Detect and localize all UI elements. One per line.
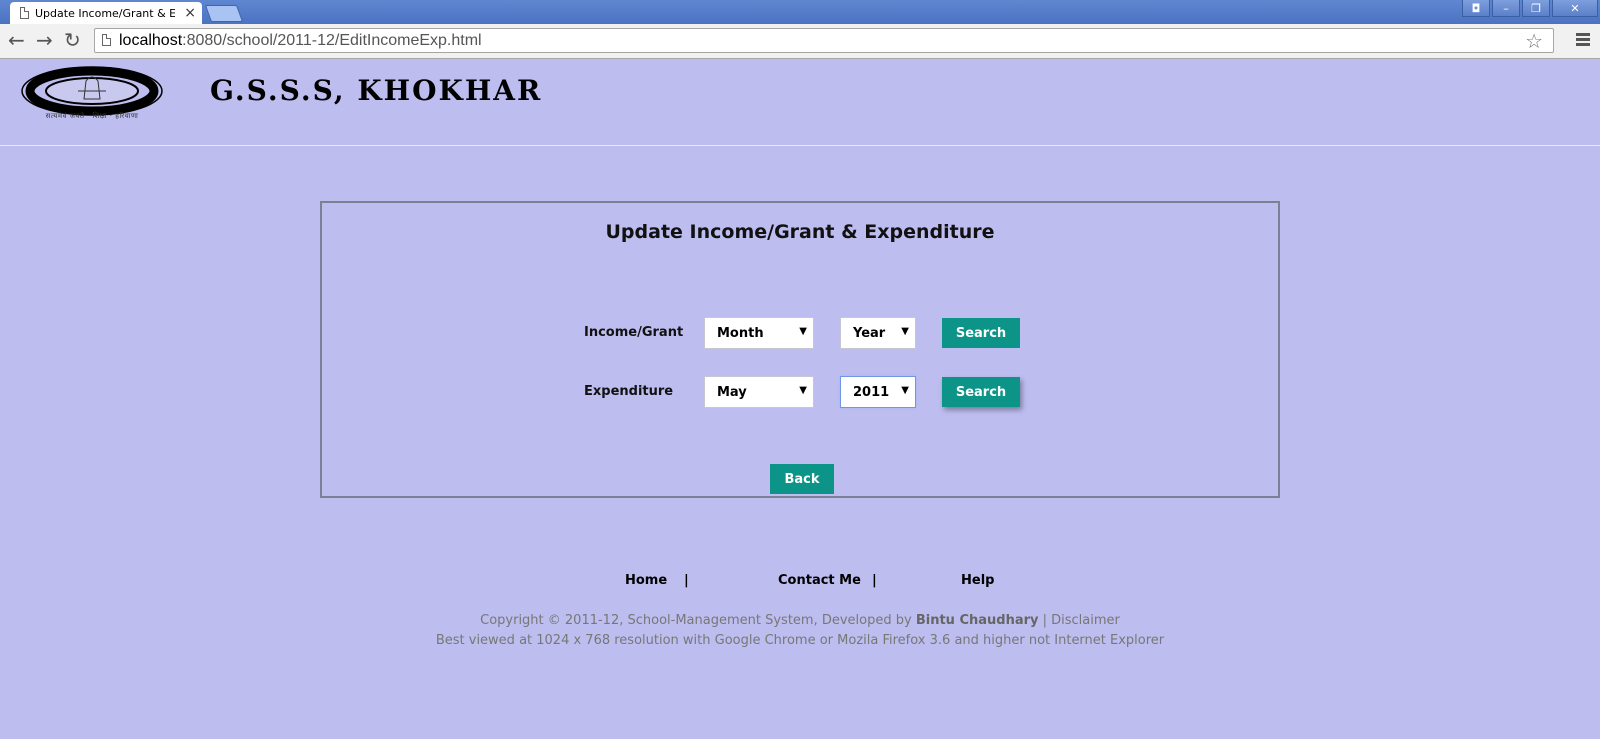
disclaimer-link[interactable]: | Disclaimer	[1038, 613, 1120, 628]
best-viewed-text: Best viewed at 1024 x 768 resolution wit…	[435, 633, 1165, 648]
tab-title: Update Income/Grant & Expe	[35, 6, 175, 20]
site-title: G.S.S.S, KHOKHAR	[210, 74, 543, 107]
income-grant-label: Income/Grant	[584, 325, 684, 340]
tab-close-icon[interactable]: ×	[184, 6, 196, 20]
minimize-icon[interactable]: –	[1492, 0, 1520, 17]
author-name: Bintu Chaudhary	[915, 613, 1039, 628]
user-icon[interactable]: ◘	[1462, 0, 1490, 17]
logo-caption: सत्यमेवं जयते · शिक्षा · हरियाणा	[45, 112, 139, 120]
browser-toolbar: ← → ↻ localhost:8080/school/2011-12/Edit…	[0, 24, 1600, 59]
expenditure-month-select[interactable]: May ▼	[704, 376, 814, 408]
page-icon	[102, 34, 111, 46]
window-controls: ◘ – ❐ ✕	[1462, 0, 1600, 20]
page-icon	[20, 7, 29, 19]
income-year-select[interactable]: Year ▼	[840, 317, 916, 349]
expenditure-label: Expenditure	[584, 384, 674, 399]
dropdown-arrow-icon: ▼	[799, 385, 807, 396]
forward-arrow-icon[interactable]: →	[36, 29, 53, 51]
footer-separator: |	[684, 573, 689, 588]
income-search-button[interactable]: Search	[942, 318, 1020, 348]
back-button[interactable]: Back	[770, 464, 834, 494]
browser-tab[interactable]: Update Income/Grant & Expe ×	[10, 2, 202, 24]
close-window-icon[interactable]: ✕	[1552, 0, 1598, 17]
browser-menu-icon[interactable]	[1576, 33, 1590, 48]
update-form-panel: Update Income/Grant & Expenditure Income…	[320, 201, 1280, 498]
address-bar[interactable]: localhost:8080/school/2011-12/EditIncome…	[94, 28, 1554, 53]
page-title: Update Income/Grant & Expenditure	[605, 221, 995, 243]
footer-separator: |	[872, 573, 877, 588]
site-header: सत्यमेवं जयते · शिक्षा · हरियाणा G.S.S.S…	[0, 59, 1600, 146]
browser-titlebar: Update Income/Grant & Expe × ◘ – ❐ ✕	[0, 0, 1600, 24]
reload-icon[interactable]: ↻	[64, 29, 81, 51]
expenditure-search-button[interactable]: Search	[942, 377, 1020, 407]
footer-link-home[interactable]: Home	[625, 573, 667, 588]
dropdown-arrow-icon: ▼	[799, 326, 807, 337]
url-text: localhost:8080/school/2011-12/EditIncome…	[119, 32, 482, 49]
new-tab-button[interactable]	[204, 5, 244, 22]
back-arrow-icon[interactable]: ←	[8, 29, 25, 51]
bookmark-star-icon[interactable]: ☆	[1525, 29, 1543, 53]
restore-icon[interactable]: ❐	[1522, 0, 1550, 17]
expenditure-year-select[interactable]: 2011 ▼	[840, 376, 916, 408]
copyright-text: Copyright © 2011-12, School-Management S…	[480, 613, 1120, 628]
footer-link-help[interactable]: Help	[961, 573, 994, 588]
dropdown-arrow-icon: ▼	[901, 385, 909, 396]
footer-link-contact[interactable]: Contact Me	[778, 573, 861, 588]
school-logo	[21, 66, 163, 116]
dropdown-arrow-icon: ▼	[901, 326, 909, 337]
income-month-select[interactable]: Month ▼	[704, 317, 814, 349]
